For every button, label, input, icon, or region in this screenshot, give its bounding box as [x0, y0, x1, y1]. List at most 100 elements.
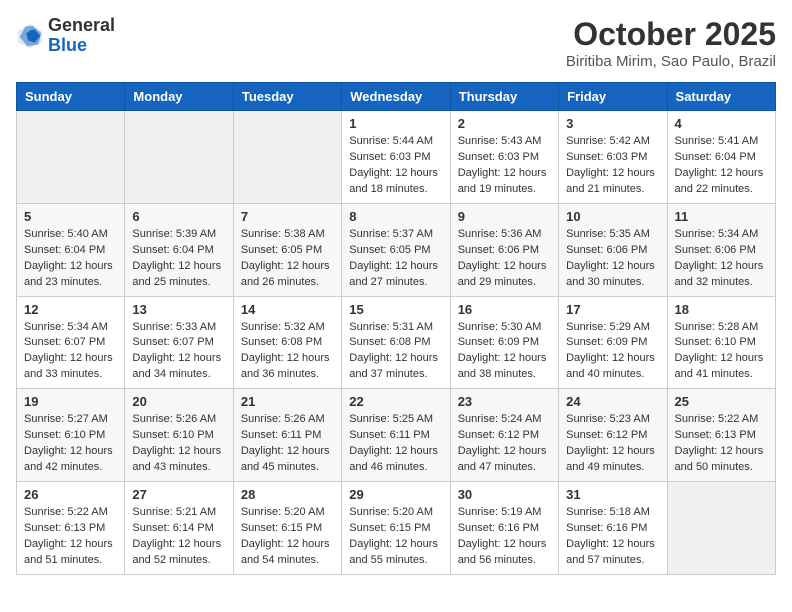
day-number: 24 — [566, 394, 659, 409]
day-header-sunday: Sunday — [17, 83, 125, 111]
day-number: 26 — [24, 487, 117, 502]
month-title: October 2025 — [566, 16, 776, 53]
logo-blue: Blue — [48, 35, 87, 55]
day-cell-16: 16 Sunrise: 5:30 AM Sunset: 6:09 PM Dayli… — [450, 296, 558, 389]
day-content: Sunrise: 5:23 AM Sunset: 6:12 PM Dayligh… — [566, 412, 659, 476]
day-cell-23: 23Sunrise: 5:24 AM Sunset: 6:12 PM Dayli… — [450, 389, 558, 482]
week-row-5: 26 Sunrise: 5:22 AM Sunset: 6:13 PM Dayli… — [17, 482, 776, 575]
days-row: SundayMondayTuesdayWednesdayThursdayFrid… — [17, 83, 776, 111]
day-cell-26: 26 Sunrise: 5:22 AM Sunset: 6:13 PM Dayli… — [17, 482, 125, 575]
title-block: October 2025 Biritiba Mirim, Sao Paulo, … — [566, 16, 776, 70]
day-content: Sunrise: 5:38 AM Sunset: 6:05 PM Dayligh… — [241, 227, 334, 291]
day-cell-24: 24 Sunrise: 5:23 AM Sunset: 6:12 PM Dayli… — [559, 389, 667, 482]
day-number: 17 — [566, 302, 659, 317]
day-content: Sunrise: 5:36 AM Sunset: 6:06 PM Dayligh… — [458, 227, 551, 291]
page-header: General Blue October 2025 Biritiba Mirim… — [16, 16, 776, 70]
logo-icon — [16, 22, 44, 50]
day-content: Sunrise: 5:33 AM Sunset: 6:07 PM Dayligh… — [132, 320, 225, 384]
day-cell-14: 14 Sunrise: 5:32 AM Sunset: 6:08 PM Dayli… — [233, 296, 341, 389]
calendar-body: 1Sunrise: 5:44 AM Sunset: 6:03 PM Daylig… — [17, 111, 776, 575]
day-content: Sunrise: 5:22 AM Sunset: 6:13 PM Dayligh… — [675, 412, 768, 476]
week-row-2: 5 Sunrise: 5:40 AM Sunset: 6:04 PM Daylig… — [17, 203, 776, 296]
day-header-friday: Friday — [559, 83, 667, 111]
day-number: 31 — [566, 487, 659, 502]
day-content: Sunrise: 5:40 AM Sunset: 6:04 PM Dayligh… — [24, 227, 117, 291]
empty-cell — [233, 111, 341, 204]
day-number: 3 — [566, 116, 659, 131]
day-content: Sunrise: 5:20 AM Sunset: 6:15 PM Dayligh… — [241, 505, 334, 569]
day-cell-11: 11Sunrise: 5:34 AM Sunset: 6:06 PM Dayli… — [667, 203, 775, 296]
day-cell-25: 25 Sunrise: 5:22 AM Sunset: 6:13 PM Dayli… — [667, 389, 775, 482]
day-number: 8 — [349, 209, 442, 224]
day-cell-6: 6 Sunrise: 5:39 AM Sunset: 6:04 PM Daylig… — [125, 203, 233, 296]
week-row-1: 1Sunrise: 5:44 AM Sunset: 6:03 PM Daylig… — [17, 111, 776, 204]
day-header-monday: Monday — [125, 83, 233, 111]
day-number: 30 — [458, 487, 551, 502]
logo-general: General — [48, 15, 115, 35]
day-number: 21 — [241, 394, 334, 409]
week-row-4: 19Sunrise: 5:27 AM Sunset: 6:10 PM Dayli… — [17, 389, 776, 482]
day-content: Sunrise: 5:41 AM Sunset: 6:04 PM Dayligh… — [675, 134, 768, 198]
day-content: Sunrise: 5:34 AM Sunset: 6:07 PM Dayligh… — [24, 320, 117, 384]
day-number: 6 — [132, 209, 225, 224]
day-header-tuesday: Tuesday — [233, 83, 341, 111]
day-content: Sunrise: 5:22 AM Sunset: 6:13 PM Dayligh… — [24, 505, 117, 569]
day-number: 28 — [241, 487, 334, 502]
day-cell-31: 31 Sunrise: 5:18 AM Sunset: 6:16 PM Dayli… — [559, 482, 667, 575]
day-number: 7 — [241, 209, 334, 224]
day-cell-3: 3 Sunrise: 5:42 AM Sunset: 6:03 PM Daylig… — [559, 111, 667, 204]
day-cell-19: 19Sunrise: 5:27 AM Sunset: 6:10 PM Dayli… — [17, 389, 125, 482]
day-number: 4 — [675, 116, 768, 131]
day-number: 11 — [675, 209, 768, 224]
day-number: 20 — [132, 394, 225, 409]
day-content: Sunrise: 5:37 AM Sunset: 6:05 PM Dayligh… — [349, 227, 442, 291]
day-number: 5 — [24, 209, 117, 224]
day-number: 14 — [241, 302, 334, 317]
day-cell-28: 28 Sunrise: 5:20 AM Sunset: 6:15 PM Dayli… — [233, 482, 341, 575]
day-content: Sunrise: 5:42 AM Sunset: 6:03 PM Dayligh… — [566, 134, 659, 198]
day-content: Sunrise: 5:25 AM Sunset: 6:11 PM Dayligh… — [349, 412, 442, 476]
day-content: Sunrise: 5:32 AM Sunset: 6:08 PM Dayligh… — [241, 320, 334, 384]
day-content: Sunrise: 5:26 AM Sunset: 6:10 PM Dayligh… — [132, 412, 225, 476]
week-row-3: 12Sunrise: 5:34 AM Sunset: 6:07 PM Dayli… — [17, 296, 776, 389]
empty-cell — [667, 482, 775, 575]
day-cell-2: 2 Sunrise: 5:43 AM Sunset: 6:03 PM Daylig… — [450, 111, 558, 204]
day-content: Sunrise: 5:43 AM Sunset: 6:03 PM Dayligh… — [458, 134, 551, 198]
day-cell-17: 17Sunrise: 5:29 AM Sunset: 6:09 PM Dayli… — [559, 296, 667, 389]
day-content: Sunrise: 5:35 AM Sunset: 6:06 PM Dayligh… — [566, 227, 659, 291]
day-content: Sunrise: 5:28 AM Sunset: 6:10 PM Dayligh… — [675, 320, 768, 384]
day-content: Sunrise: 5:18 AM Sunset: 6:16 PM Dayligh… — [566, 505, 659, 569]
location: Biritiba Mirim, Sao Paulo, Brazil — [566, 53, 776, 70]
day-cell-20: 20 Sunrise: 5:26 AM Sunset: 6:10 PM Dayli… — [125, 389, 233, 482]
day-content: Sunrise: 5:39 AM Sunset: 6:04 PM Dayligh… — [132, 227, 225, 291]
empty-cell — [125, 111, 233, 204]
day-cell-15: 15Sunrise: 5:31 AM Sunset: 6:08 PM Dayli… — [342, 296, 450, 389]
day-cell-10: 10 Sunrise: 5:35 AM Sunset: 6:06 PM Dayli… — [559, 203, 667, 296]
day-cell-27: 27 Sunrise: 5:21 AM Sunset: 6:14 PM Dayli… — [125, 482, 233, 575]
day-number: 9 — [458, 209, 551, 224]
day-number: 29 — [349, 487, 442, 502]
day-number: 25 — [675, 394, 768, 409]
day-content: Sunrise: 5:21 AM Sunset: 6:14 PM Dayligh… — [132, 505, 225, 569]
day-number: 13 — [132, 302, 225, 317]
logo: General Blue — [16, 16, 115, 56]
day-cell-7: 7 Sunrise: 5:38 AM Sunset: 6:05 PM Daylig… — [233, 203, 341, 296]
day-cell-1: 1Sunrise: 5:44 AM Sunset: 6:03 PM Daylig… — [342, 111, 450, 204]
day-header-saturday: Saturday — [667, 83, 775, 111]
day-content: Sunrise: 5:31 AM Sunset: 6:08 PM Dayligh… — [349, 320, 442, 384]
day-number: 22 — [349, 394, 442, 409]
day-content: Sunrise: 5:24 AM Sunset: 6:12 PM Dayligh… — [458, 412, 551, 476]
day-number: 10 — [566, 209, 659, 224]
day-content: Sunrise: 5:44 AM Sunset: 6:03 PM Dayligh… — [349, 134, 442, 198]
day-content: Sunrise: 5:26 AM Sunset: 6:11 PM Dayligh… — [241, 412, 334, 476]
day-number: 2 — [458, 116, 551, 131]
day-content: Sunrise: 5:30 AM Sunset: 6:09 PM Dayligh… — [458, 320, 551, 384]
day-number: 18 — [675, 302, 768, 317]
day-number: 27 — [132, 487, 225, 502]
day-header-thursday: Thursday — [450, 83, 558, 111]
calendar-table: SundayMondayTuesdayWednesdayThursdayFrid… — [16, 82, 776, 575]
day-content: Sunrise: 5:19 AM Sunset: 6:16 PM Dayligh… — [458, 505, 551, 569]
day-number: 16 — [458, 302, 551, 317]
day-cell-12: 12Sunrise: 5:34 AM Sunset: 6:07 PM Dayli… — [17, 296, 125, 389]
day-cell-30: 30 Sunrise: 5:19 AM Sunset: 6:16 PM Dayli… — [450, 482, 558, 575]
